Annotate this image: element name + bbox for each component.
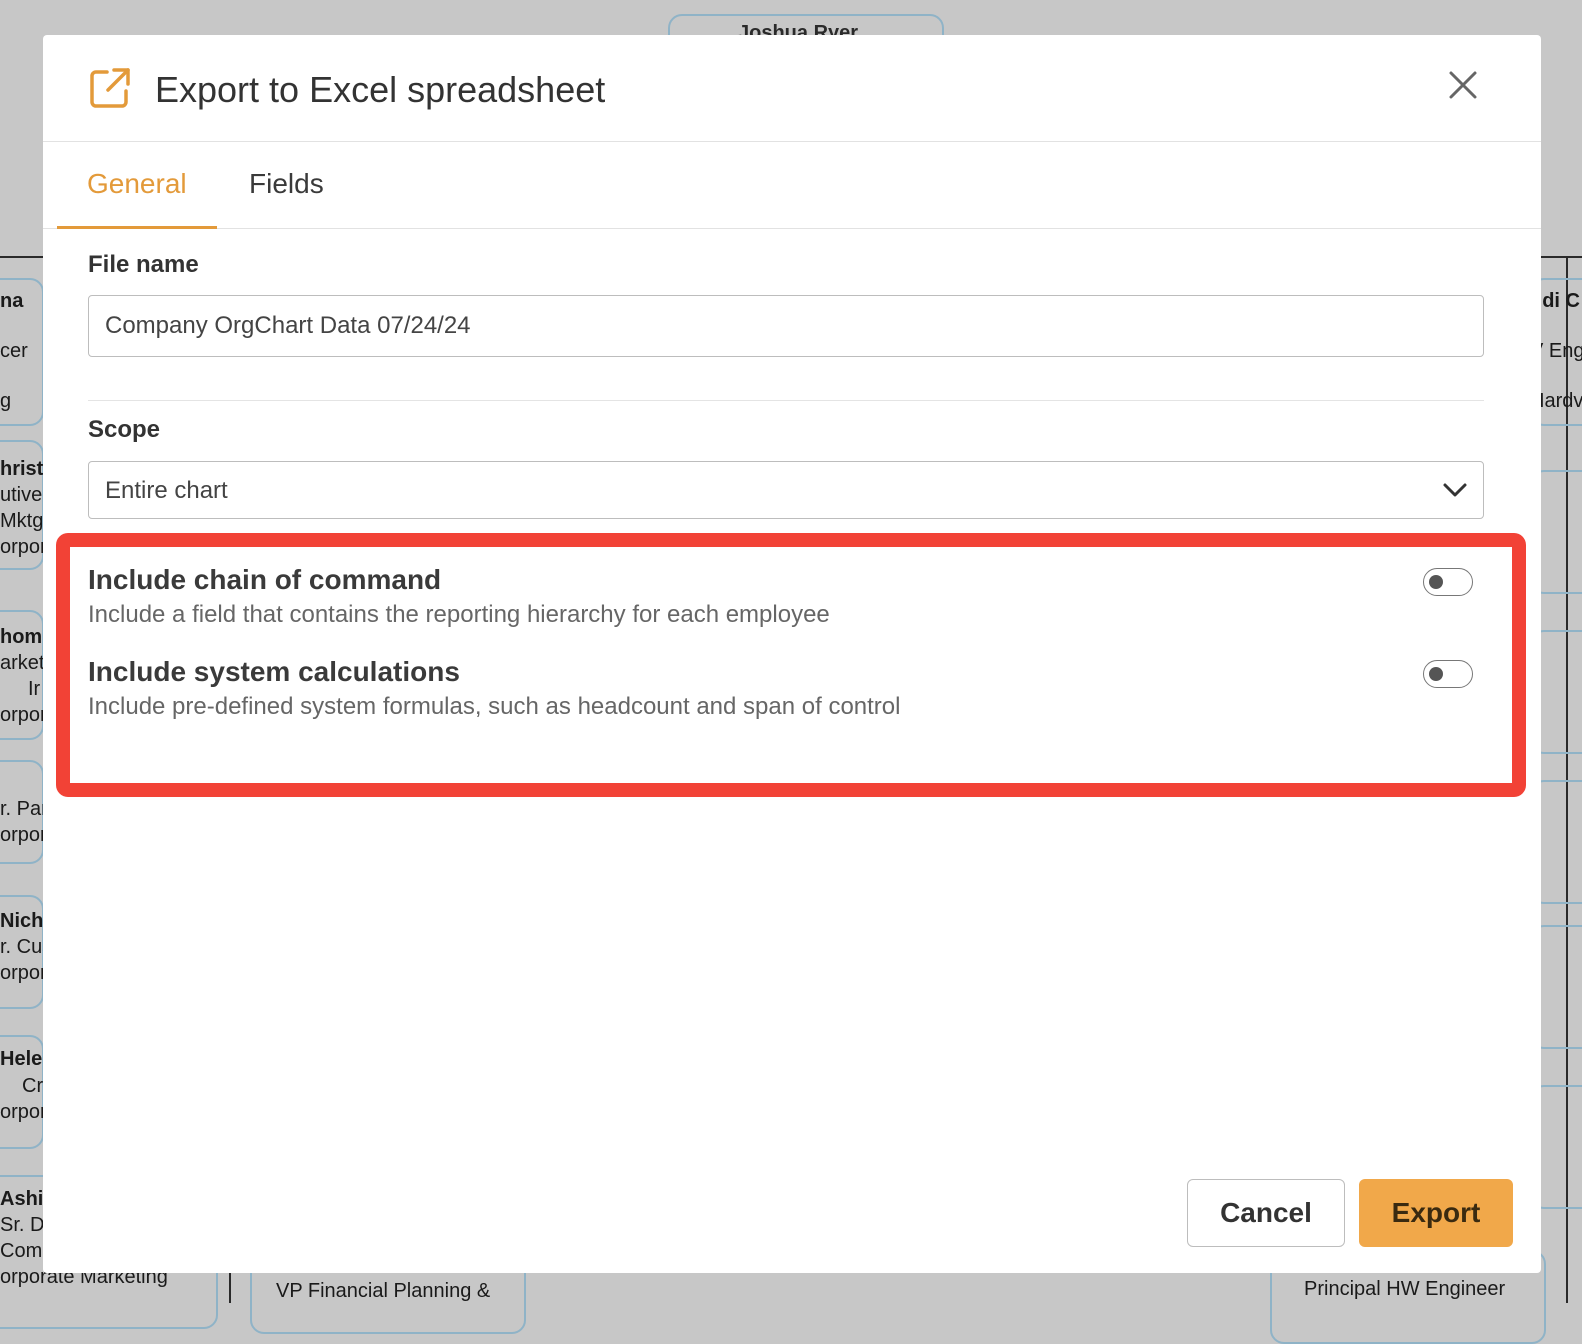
org-text: orpor	[0, 536, 47, 558]
file-name-label: File name	[88, 251, 199, 278]
chain-of-command-toggle[interactable]	[1423, 568, 1473, 596]
org-connector-line	[1541, 256, 1582, 258]
cancel-button[interactable]: Cancel	[1187, 1179, 1345, 1247]
org-text: hom	[0, 626, 43, 648]
option-system-calculations-title: Include system calculations	[88, 656, 460, 687]
close-button[interactable]	[1441, 65, 1485, 109]
org-text: orpor	[0, 1101, 47, 1123]
org-card-bottom-title: VP Financial Planning &	[276, 1280, 491, 1302]
org-text: Ashi	[0, 1188, 44, 1210]
chevron-down-icon	[1441, 478, 1469, 502]
dialog-title: Export to Excel spreadsheet	[155, 69, 606, 110]
close-icon	[1448, 70, 1478, 105]
tab-general[interactable]: General	[57, 142, 217, 229]
file-name-input[interactable]	[88, 295, 1484, 357]
org-text: g	[0, 390, 12, 412]
dialog-header: Export to Excel spreadsheet	[43, 35, 1541, 142]
org-text: orpor	[0, 824, 47, 846]
org-text: Ir	[28, 678, 41, 700]
external-link-icon	[87, 65, 133, 111]
org-text: Nich	[0, 910, 44, 932]
org-text: utive	[0, 484, 43, 506]
option-system-calculations-description: Include pre-defined system formulas, suc…	[88, 693, 901, 720]
option-chain-of-command-description: Include a field that contains the report…	[88, 601, 830, 628]
dialog-tabs: General Fields	[43, 142, 1541, 229]
org-text: orpor	[0, 704, 47, 726]
scope-label: Scope	[88, 416, 161, 443]
scope-select-value: Entire chart	[105, 477, 228, 504]
tab-fields[interactable]: Fields	[249, 142, 324, 226]
org-text: Com	[0, 1240, 43, 1262]
export-button[interactable]: Export	[1359, 1179, 1513, 1247]
org-text: arket	[0, 652, 45, 674]
org-text: orpor	[0, 962, 47, 984]
org-text: Mktg	[0, 510, 44, 532]
org-text: Cr	[22, 1075, 44, 1097]
org-text: r. Par	[0, 798, 48, 820]
toggle-knob	[1429, 667, 1443, 681]
option-chain-of-command-title: Include chain of command	[88, 564, 442, 595]
org-text: Sr. D	[0, 1214, 45, 1236]
org-text: hrist	[0, 458, 44, 480]
section-divider	[88, 400, 1484, 401]
system-calculations-toggle[interactable]	[1423, 660, 1473, 688]
org-text: na	[0, 290, 24, 312]
org-connector-line	[0, 256, 43, 258]
org-text: cer	[0, 340, 28, 362]
toggle-knob	[1429, 575, 1443, 589]
org-card-bottom-right-title: Principal HW Engineer	[1304, 1278, 1506, 1300]
export-dialog: Export to Excel spreadsheet General Fiel…	[43, 35, 1541, 1273]
scope-select[interactable]: Entire chart	[88, 461, 1484, 519]
